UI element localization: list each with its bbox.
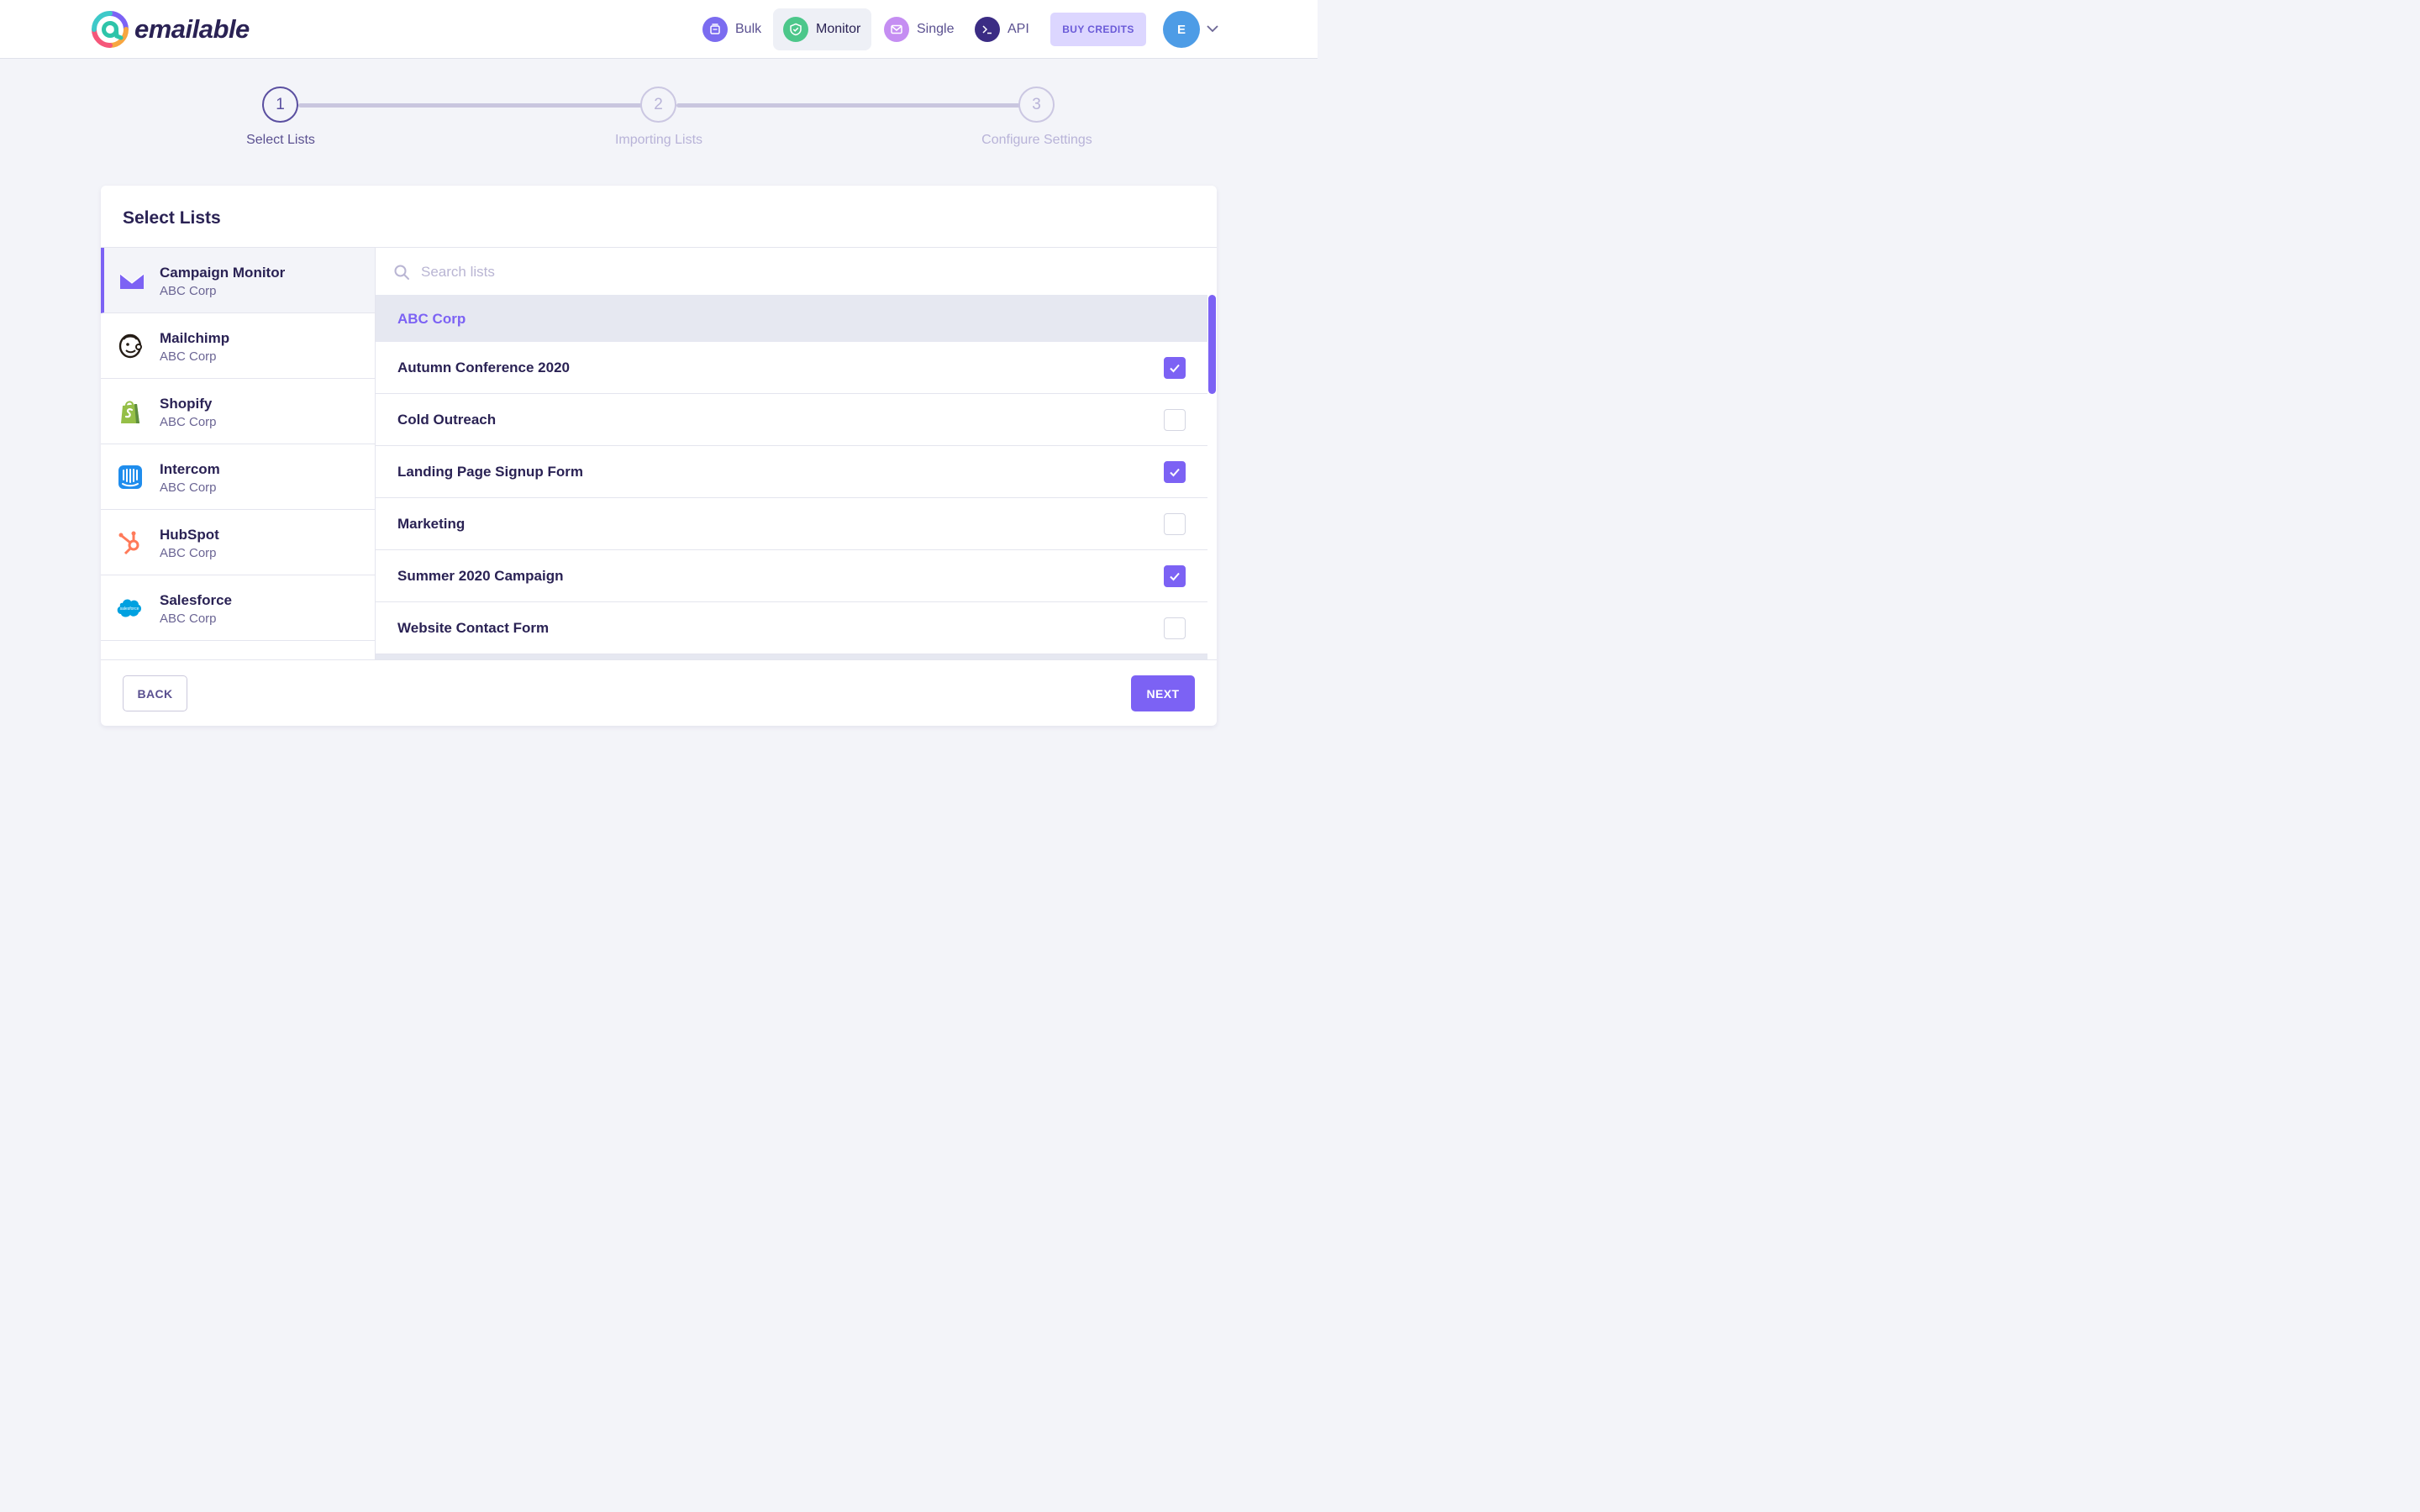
- provider-account: ABC Corp: [160, 480, 217, 495]
- provider-sidebar: Campaign Monitor ABC Corp Mailchimp ABC …: [101, 248, 376, 659]
- provider-name: Shopify: [160, 396, 213, 412]
- back-button[interactable]: BACK: [123, 675, 187, 711]
- check-icon: [1170, 572, 1180, 581]
- lists-panel: ABC Corp Autumn Conference 2020 Cold Out…: [376, 248, 1217, 659]
- provider-intercom[interactable]: Intercom ABC Corp: [101, 444, 375, 510]
- search-icon: [394, 265, 409, 280]
- nav-api[interactable]: API: [965, 8, 1039, 50]
- logo[interactable]: emailable: [91, 10, 250, 49]
- intercom-icon: [118, 465, 142, 489]
- divider: [101, 659, 1217, 660]
- card-title: Select Lists: [123, 208, 221, 228]
- provider-salesforce[interactable]: salesforce Salesforce ABC Corp: [101, 575, 375, 641]
- select-lists-card: Select Lists Campaign Monitor ABC Corp M…: [101, 186, 1217, 726]
- list-item-checkbox[interactable]: [1164, 357, 1186, 379]
- search-bar: [376, 248, 1217, 295]
- nav-single-label: Single: [917, 22, 955, 36]
- list-item[interactable]: Summer 2020 Campaign: [376, 550, 1207, 602]
- list-item-checkbox[interactable]: [1164, 461, 1186, 483]
- provider-name: Salesforce: [160, 592, 232, 608]
- list-group-label: ABC Corp: [397, 311, 466, 327]
- list-item[interactable]: Autumn Conference 2020: [376, 342, 1207, 394]
- shield-icon: [783, 17, 808, 42]
- hubspot-icon: [118, 531, 139, 555]
- provider-account: ABC Corp: [160, 349, 217, 364]
- nav-monitor-label: Monitor: [816, 22, 861, 36]
- provider-name: HubSpot: [160, 527, 219, 543]
- step-1-circle: 1: [262, 87, 298, 123]
- list-group-header: ABC Corp: [376, 295, 1207, 342]
- search-input[interactable]: [421, 260, 1177, 285]
- provider-mailchimp[interactable]: Mailchimp ABC Corp: [101, 313, 375, 379]
- nav-bulk[interactable]: Bulk: [692, 8, 771, 50]
- provider-account: ABC Corp: [160, 415, 217, 429]
- provider-account: ABC Corp: [160, 546, 217, 560]
- step-1-label: Select Lists: [246, 133, 315, 147]
- list-item[interactable]: Cold Outreach: [376, 394, 1207, 446]
- list-item-checkbox[interactable]: [1164, 513, 1186, 535]
- list-item-checkbox[interactable]: [1164, 409, 1186, 431]
- chevron-down-icon[interactable]: [1205, 23, 1220, 34]
- terminal-icon: [975, 17, 1000, 42]
- bulk-icon: [702, 17, 728, 42]
- avatar[interactable]: E: [1163, 11, 1200, 48]
- nav-single[interactable]: Single: [874, 8, 964, 50]
- next-button[interactable]: NEXT: [1131, 675, 1195, 711]
- stepper-connector: [676, 103, 1021, 108]
- list-item[interactable]: Marketing: [376, 498, 1207, 550]
- shopify-icon: [121, 401, 139, 423]
- list-item-label: Landing Page Signup Form: [397, 464, 583, 480]
- provider-name: Intercom: [160, 461, 220, 477]
- brand-name: emailable: [134, 14, 250, 44]
- check-icon: [1170, 468, 1180, 477]
- step-2-label: Importing Lists: [614, 133, 703, 147]
- salesforce-icon: salesforce: [117, 599, 141, 617]
- provider-account: ABC Corp: [160, 284, 217, 298]
- provider-name: Campaign Monitor: [160, 265, 286, 281]
- nav-monitor[interactable]: Monitor: [773, 8, 871, 50]
- stepper-connector: [298, 103, 643, 108]
- provider-shopify[interactable]: Shopify ABC Corp: [101, 379, 375, 444]
- top-header: emailable Bulk Monitor Single API BUY CR…: [0, 0, 1318, 59]
- list-item-checkbox[interactable]: [1164, 565, 1186, 587]
- list-item-label: Autumn Conference 2020: [397, 360, 570, 375]
- emailable-logo-icon: [92, 11, 129, 48]
- mailchimp-icon: [118, 333, 142, 359]
- list-item-label: Cold Outreach: [397, 412, 497, 428]
- step-2-circle: 2: [640, 87, 676, 123]
- list-item[interactable]: Website Contact Form: [376, 602, 1207, 654]
- nav-api-label: API: [1007, 22, 1029, 36]
- provider-hubspot[interactable]: HubSpot ABC Corp: [101, 510, 375, 575]
- provider-campaign-monitor[interactable]: Campaign Monitor ABC Corp: [101, 248, 375, 313]
- salesforce-logo-text: salesforce: [120, 606, 139, 612]
- campaign-monitor-icon: [119, 273, 145, 289]
- provider-account: ABC Corp: [160, 612, 217, 626]
- list-item-checkbox[interactable]: [1164, 617, 1186, 639]
- buy-credits-button[interactable]: BUY CREDITS: [1050, 13, 1146, 46]
- step-3-label: Configure Settings: [981, 133, 1092, 147]
- envelope-icon: [884, 17, 909, 42]
- list-item-label: Marketing: [397, 516, 466, 532]
- provider-name: Mailchimp: [160, 330, 230, 346]
- nav-bulk-label: Bulk: [735, 22, 762, 36]
- check-icon: [1170, 364, 1180, 373]
- step-3-circle: 3: [1018, 87, 1055, 123]
- list-item-label: Website Contact Form: [397, 620, 550, 636]
- scrollbar[interactable]: [1208, 295, 1216, 394]
- list-item-label: Summer 2020 Campaign: [397, 568, 564, 584]
- list-item[interactable]: Landing Page Signup Form: [376, 446, 1207, 498]
